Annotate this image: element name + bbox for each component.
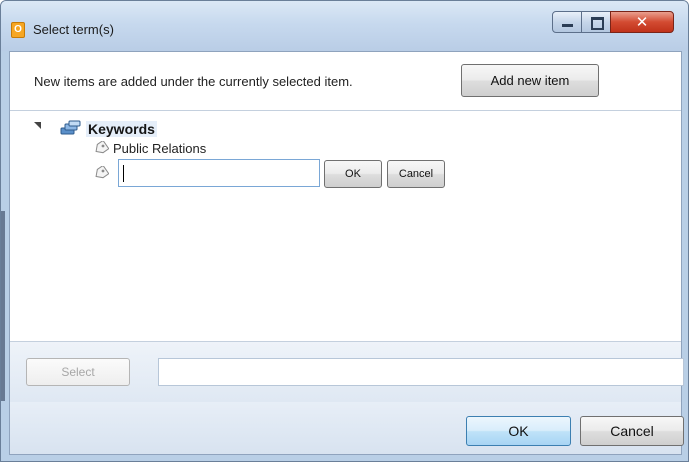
close-icon: ✕ (635, 13, 649, 31)
keywords-taxonomy-icon (60, 120, 81, 135)
window-title: Select term(s) (33, 22, 114, 37)
header-bar: New items are added under the currently … (10, 52, 681, 111)
dialog-body: New items are added under the currently … (9, 51, 684, 455)
window-left-edge (1, 211, 5, 401)
new-term-cancel-button[interactable]: Cancel (387, 160, 445, 188)
title-bar[interactable]: O Select term(s) ✕ (1, 1, 688, 51)
add-new-item-button[interactable]: Add new item (461, 64, 599, 97)
ok-button[interactable]: OK (466, 416, 571, 446)
maximize-button[interactable] (581, 11, 611, 33)
select-terms-dialog: O Select term(s) ✕ New items are added u… (0, 0, 689, 462)
instruction-text: New items are added under the currently … (34, 74, 353, 89)
minimize-icon (562, 24, 573, 27)
select-button[interactable]: Select (26, 358, 130, 386)
new-term-ok-button[interactable]: OK (324, 160, 382, 188)
selection-bar: Select (10, 341, 684, 403)
tree-node-keywords[interactable]: Keywords (86, 121, 157, 137)
expanded-triangle-icon[interactable] (34, 122, 41, 129)
tag-icon (95, 166, 109, 179)
tag-icon (95, 141, 109, 154)
close-button[interactable]: ✕ (610, 11, 674, 33)
text-caret (123, 165, 124, 182)
maximize-icon (591, 17, 604, 30)
new-term-input[interactable] (118, 159, 320, 187)
outlook-app-icon: O (11, 22, 25, 38)
minimize-button[interactable] (552, 11, 582, 33)
selected-terms-field[interactable] (158, 358, 684, 386)
footer-bar: OK Cancel (10, 402, 684, 454)
cancel-button[interactable]: Cancel (580, 416, 684, 446)
tree-node-public-relations[interactable]: Public Relations (113, 141, 206, 156)
term-tree: Keywords Public Relations OK Cancel (10, 111, 681, 341)
